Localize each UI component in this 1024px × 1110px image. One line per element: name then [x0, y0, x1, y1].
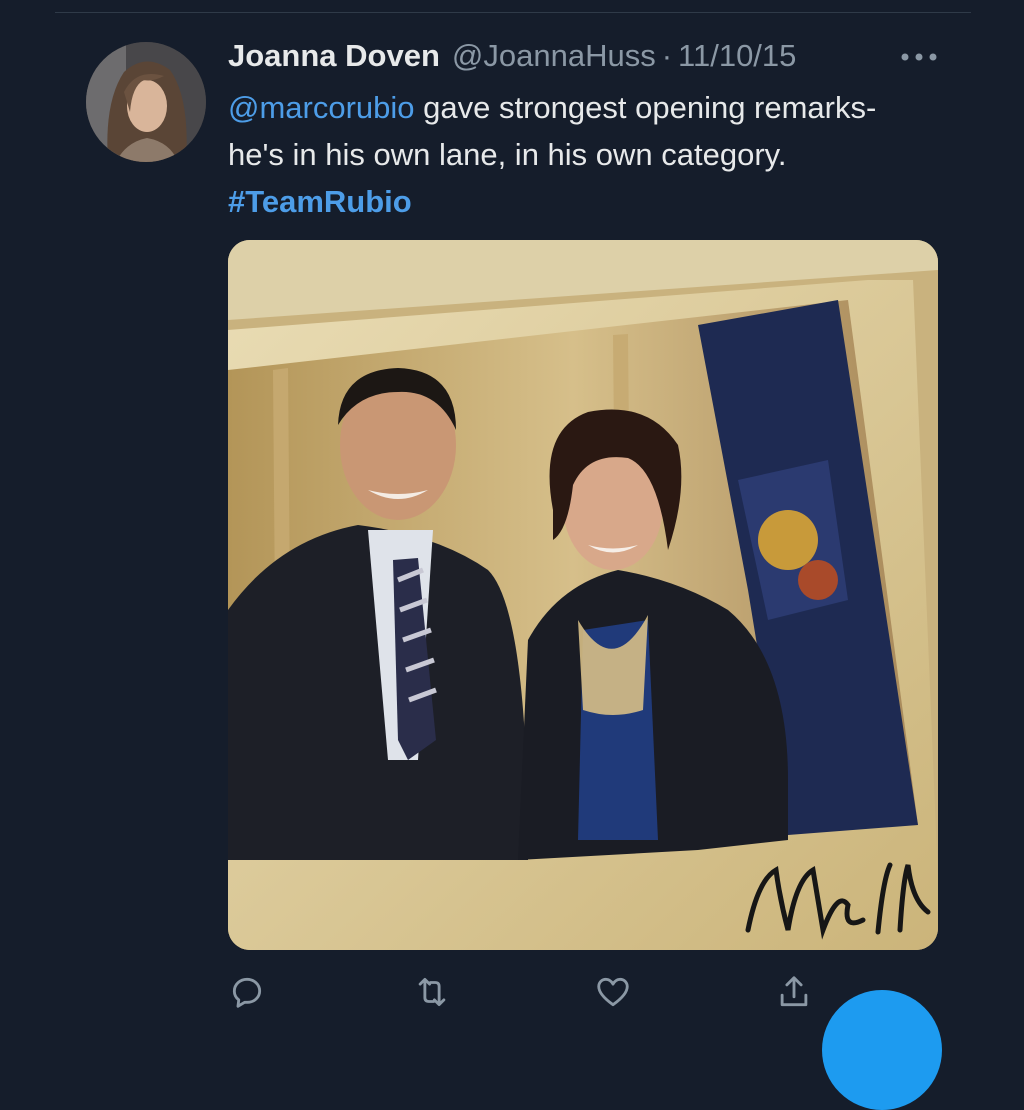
heart-icon: [597, 977, 629, 1007]
reply-button[interactable]: [223, 968, 271, 1016]
separator-dot: ·: [661, 38, 673, 73]
top-divider: [55, 12, 971, 13]
display-name[interactable]: Joanna Doven: [228, 38, 440, 74]
tweet-header: Joanna Doven @JoannaHuss · 11/10/15: [228, 38, 796, 78]
tweet-date[interactable]: 11/10/15: [678, 38, 796, 74]
like-button[interactable]: [589, 968, 637, 1016]
share-button[interactable]: [770, 968, 818, 1016]
more-button[interactable]: [896, 40, 942, 74]
tweet-text: @marcorubio gave strongest opening remar…: [228, 84, 928, 225]
user-handle[interactable]: @JoannaHuss: [452, 38, 656, 74]
hashtag-link[interactable]: #TeamRubio: [228, 184, 412, 219]
retweet-button[interactable]: [408, 968, 456, 1016]
avatar-photo: [86, 42, 206, 162]
reply-icon: [232, 977, 262, 1008]
avatar[interactable]: [86, 42, 206, 162]
mention-link[interactable]: @marcorubio: [228, 90, 415, 125]
share-icon: [780, 976, 808, 1007]
compose-tweet-button[interactable]: [822, 990, 942, 1110]
retweet-icon: [418, 977, 446, 1007]
signed-photo-image: [228, 240, 938, 950]
tweet-photo[interactable]: [228, 240, 938, 950]
more-horizontal-icon: [901, 53, 937, 61]
